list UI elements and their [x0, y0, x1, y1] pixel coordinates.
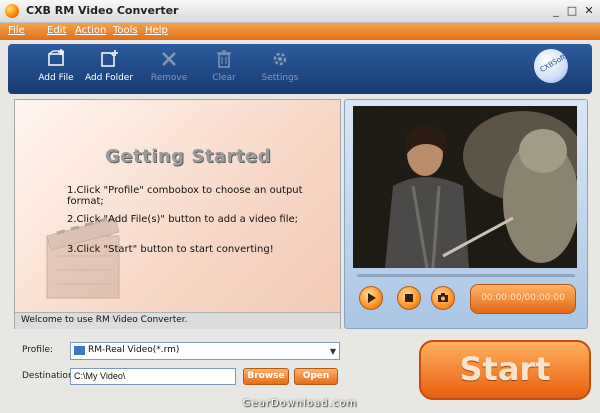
brand-logo: CXBSoft: [534, 49, 568, 83]
menu-file[interactable]: File: [8, 25, 25, 36]
getting-started-panel: Getting Started 1.Click "Profile" combob…: [14, 99, 341, 329]
step-1-text: 1.Click "Profile" combobox to choose an …: [67, 185, 303, 207]
getting-started-title: Getting Started: [105, 146, 272, 167]
step-2-text: 2.Click "Add File(s)" button to add a vi…: [67, 214, 298, 225]
maximize-button[interactable]: □: [565, 3, 579, 18]
menu-help[interactable]: Help: [145, 25, 168, 36]
clear-label: Clear: [212, 73, 236, 83]
snapshot-button[interactable]: [431, 286, 455, 310]
video-frame-image: [353, 106, 577, 268]
start-button[interactable]: Start: [419, 340, 591, 400]
profile-value: RM-Real Video(*.rm): [88, 345, 180, 355]
close-button[interactable]: ✕: [581, 3, 597, 18]
open-button[interactable]: Open: [294, 368, 338, 385]
app-window: CXB RM Video Converter _ □ ✕ File Edit A…: [0, 0, 600, 413]
brand-logo-text: CXBSoft: [538, 52, 568, 74]
remove-icon: [162, 52, 176, 66]
add-file-button[interactable]: Add File: [28, 48, 84, 92]
app-logo-icon: [5, 4, 19, 18]
menu-action[interactable]: Action: [75, 25, 106, 36]
film-icon: [74, 346, 85, 355]
start-label: Start: [459, 350, 551, 388]
time-text: 00:00:00/00:00:00: [481, 293, 565, 303]
play-icon: [368, 293, 376, 303]
remove-label: Remove: [150, 73, 188, 83]
trash-icon: [217, 50, 231, 68]
step-3-text: 3.Click "Start" button to start converti…: [67, 244, 274, 255]
add-folder-button[interactable]: Add Folder: [81, 48, 137, 92]
play-button[interactable]: [359, 286, 383, 310]
status-bar: Welcome to use RM Video Converter.: [15, 312, 340, 329]
remove-button[interactable]: Remove: [141, 48, 197, 92]
profile-combobox[interactable]: RM-Real Video(*.rm) ▼: [70, 342, 340, 360]
camera-icon: [438, 293, 448, 302]
add-file-icon: [48, 49, 64, 66]
destination-label: Destination:: [22, 371, 77, 381]
stop-button[interactable]: [397, 286, 421, 310]
time-display: 00:00:00/00:00:00: [470, 284, 576, 314]
stop-icon: [405, 294, 413, 302]
window-title: CXB RM Video Converter: [26, 4, 179, 17]
menu-tools[interactable]: Tools: [113, 25, 138, 36]
profile-label: Profile:: [22, 345, 54, 355]
settings-button[interactable]: Settings: [252, 48, 308, 92]
browse-button[interactable]: Browse: [243, 368, 289, 385]
minimize-button[interactable]: _: [549, 3, 563, 18]
status-text: Welcome to use RM Video Converter.: [21, 315, 188, 325]
destination-field[interactable]: [70, 368, 236, 385]
chevron-down-icon: ▼: [329, 347, 336, 356]
title-bar: CXB RM Video Converter _ □ ✕: [0, 0, 600, 23]
video-preview: [353, 106, 577, 268]
watermark-text: GearDownload.com: [242, 398, 358, 409]
settings-label: Settings: [261, 73, 299, 83]
seek-bar[interactable]: [357, 274, 575, 277]
gear-icon: [273, 52, 287, 66]
menu-bar: File Edit Action Tools Help: [0, 23, 600, 40]
clear-button[interactable]: Clear: [196, 48, 252, 92]
add-file-label: Add File: [38, 73, 74, 83]
toolbar: Add File Add Folder Remove Clear Setting…: [8, 44, 592, 94]
preview-player: 00:00:00/00:00:00: [344, 99, 588, 329]
add-folder-icon: [101, 50, 118, 67]
menu-edit[interactable]: Edit: [47, 25, 66, 36]
output-settings: Profile: RM-Real Video(*.rm) ▼ Destinati…: [14, 330, 592, 408]
add-folder-label: Add Folder: [84, 73, 134, 83]
